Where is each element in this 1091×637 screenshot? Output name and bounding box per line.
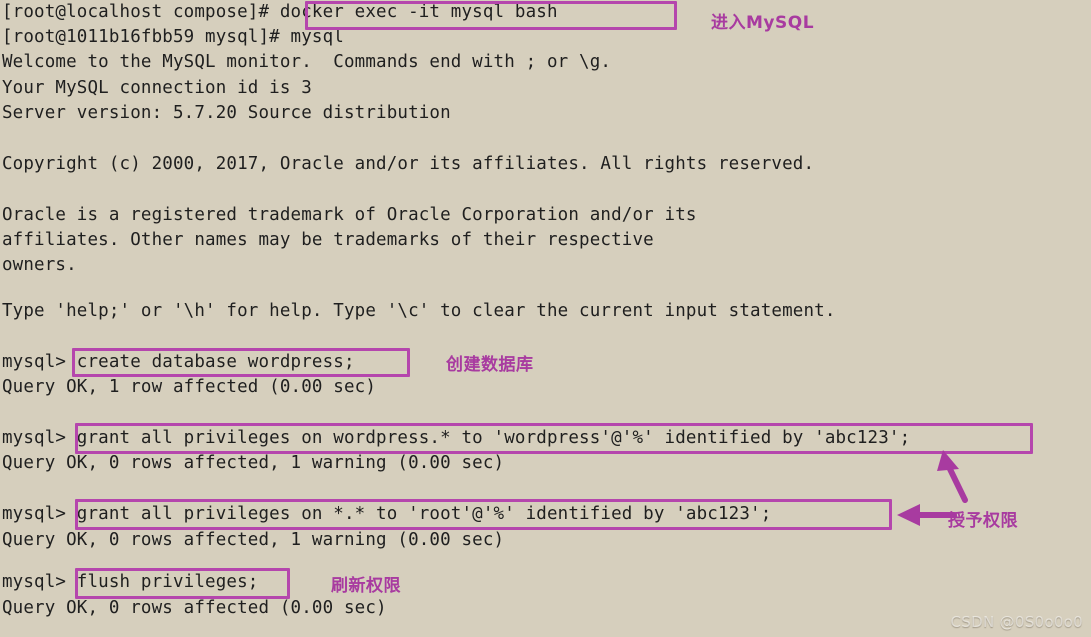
terminal-line: mysql> flush privileges; [2,572,259,592]
terminal-line: Query OK, 0 rows affected, 1 warning (0.… [2,530,505,550]
terminal-line: Oracle is a registered trademark of Orac… [2,205,697,225]
terminal-line: [root@localhost compose]# docker exec -i… [2,2,558,22]
terminal-line: mysql> grant all privileges on wordpress… [2,428,911,448]
terminal-line: Your MySQL connection id is 3 [2,78,312,98]
annotation-enter-mysql: 进入MySQL [711,13,815,33]
terminal-line: mysql> grant all privileges on *.* to 'r… [2,504,772,524]
terminal-screen: [root@localhost compose]# docker exec -i… [0,0,1091,637]
terminal-output: [root@localhost compose]# docker exec -i… [0,0,1091,637]
annotation-create-database: 创建数据库 [446,355,534,375]
terminal-line: owners. [2,255,77,275]
terminal-line: Copyright (c) 2000, 2017, Oracle and/or … [2,154,815,174]
terminal-line: [root@1011b16fbb59 mysql]# mysql [2,27,344,47]
terminal-line: Welcome to the MySQL monitor. Commands e… [2,52,612,72]
annotation-flush-privileges: 刷新权限 [331,576,401,596]
csdn-watermark: CSDN @0S0o0o0 [950,613,1083,631]
terminal-line: mysql> create database wordpress; [2,352,355,372]
terminal-line: affiliates. Other names may be trademark… [2,230,654,250]
terminal-line: Query OK, 0 rows affected, 1 warning (0.… [2,453,505,473]
terminal-line: Query OK, 0 rows affected (0.00 sec) [2,598,387,618]
terminal-line: Query OK, 1 row affected (0.00 sec) [2,377,377,397]
terminal-line: Type 'help;' or '\h' for help. Type '\c'… [2,301,836,321]
terminal-line: Server version: 5.7.20 Source distributi… [2,103,451,123]
annotation-grant-privileges: 授予权限 [948,511,1018,531]
